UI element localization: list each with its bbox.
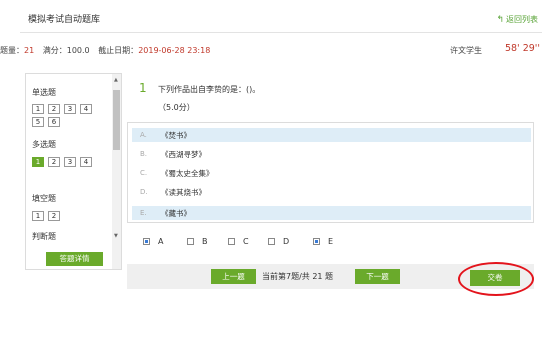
checkbox[interactable] <box>187 238 194 245</box>
answer-option-b[interactable]: B <box>187 237 208 246</box>
question-number-button[interactable]: 1 <box>32 211 44 221</box>
count-value: 21 <box>24 46 35 55</box>
deadline-label: 截止日期： <box>98 46 139 55</box>
next-question-button[interactable]: 下一题 <box>355 269 400 284</box>
answer-label: B <box>202 237 208 246</box>
user-name: 许文学生 <box>450 46 482 55</box>
question-number-button[interactable]: 5 <box>32 117 44 127</box>
question-number: 1 <box>139 81 147 95</box>
answer-label: D <box>283 237 290 246</box>
answer-option-e[interactable]: E <box>313 237 333 246</box>
option-row[interactable]: E. 《藏书》 <box>132 206 531 220</box>
answer-detail-button[interactable]: 答题详情 <box>46 252 103 266</box>
option-row[interactable]: D. 《读其烧书》 <box>132 185 531 199</box>
exam-info: 题量：21 满分：100.0 截止日期：2019-06-28 23:18 <box>0 45 210 56</box>
answer-option-d[interactable]: D <box>268 237 289 246</box>
option-letter: B. <box>140 150 148 158</box>
question-navigator: 单选题 123456 多选题 1234 填空题 12 判断题 答题详情 ▲ ▼ <box>25 73 122 270</box>
option-text: 《西湖寻梦》 <box>161 150 206 159</box>
checkbox[interactable] <box>313 238 320 245</box>
section-numbers-single: 1234 56 <box>32 104 92 127</box>
deadline-value: 2019-06-28 23:18 <box>138 46 211 55</box>
prev-question-button[interactable]: 上一题 <box>211 269 256 284</box>
answer-label: E <box>328 237 334 246</box>
option-text: 《焚书》 <box>161 131 191 140</box>
option-letter: D. <box>140 188 148 196</box>
option-row[interactable]: C. 《蜀太史全集》 <box>132 166 531 180</box>
option-text: 《藏书》 <box>161 209 191 218</box>
back-link-label: 返回列表 <box>506 15 538 24</box>
section-numbers-fill: 12 <box>32 211 92 221</box>
question-number-button[interactable]: 1 <box>32 104 44 114</box>
checkbox[interactable] <box>228 238 235 245</box>
option-letter: A. <box>140 131 147 139</box>
section-title-single: 单选题 <box>32 88 56 97</box>
count-label: 题量： <box>0 46 24 55</box>
question-number-button[interactable]: 2 <box>48 104 60 114</box>
section-numbers-multi: 1234 <box>32 157 92 167</box>
scroll-up-icon[interactable]: ▲ <box>114 77 118 83</box>
question-number-button[interactable]: 6 <box>48 117 60 127</box>
answer-label: C <box>243 237 249 246</box>
answer-option-a[interactable]: A <box>143 237 163 246</box>
question-number-button[interactable]: 3 <box>64 157 76 167</box>
question-number-button[interactable]: 2 <box>48 211 60 221</box>
header-divider <box>20 32 542 33</box>
score-label: 满分： <box>42 46 67 55</box>
score-value: 100.0 <box>66 46 90 55</box>
return-arrow-icon: ↰ <box>496 15 504 25</box>
option-letter: E. <box>140 209 147 217</box>
question-number-button[interactable]: 1 <box>32 157 44 167</box>
question-number-button[interactable]: 2 <box>48 157 60 167</box>
question-number-button[interactable]: 4 <box>80 104 92 114</box>
checkbox[interactable] <box>268 238 275 245</box>
sidebar-scrollbar[interactable]: ▲ ▼ <box>112 74 121 269</box>
answer-label: A <box>158 237 164 246</box>
options-box: A. 《焚书》 B. 《西湖寻梦》 C. 《蜀太史全集》 D. 《读其烧书》 E… <box>127 122 534 223</box>
question-number-button[interactable]: 4 <box>80 157 92 167</box>
option-text: 《读其烧书》 <box>161 188 206 197</box>
question-score: （5.0分） <box>158 103 195 112</box>
countdown-timer: 58' 29'' <box>504 43 540 54</box>
back-to-list-link[interactable]: ↰ 返回列表 <box>496 14 538 25</box>
page-title: 模拟考试自动题库 <box>28 15 101 25</box>
scrollbar-thumb[interactable] <box>113 90 120 150</box>
annotation-circle <box>458 262 534 296</box>
checkbox[interactable] <box>143 238 150 245</box>
section-title-multi: 多选题 <box>32 140 56 149</box>
option-text: 《蜀太史全集》 <box>161 169 214 178</box>
section-title-judge: 判断题 <box>32 232 56 241</box>
answer-checkboxes: A B C D E <box>127 230 534 256</box>
scroll-down-icon[interactable]: ▼ <box>114 233 118 239</box>
progress-text: 当前第7题/共 21 题 <box>262 272 334 281</box>
option-row[interactable]: A. 《焚书》 <box>132 128 531 142</box>
answer-option-c[interactable]: C <box>228 237 249 246</box>
option-letter: C. <box>140 169 148 177</box>
question-number-button[interactable]: 3 <box>64 104 76 114</box>
section-title-fill: 填空题 <box>32 194 56 203</box>
option-row[interactable]: B. 《西湖寻梦》 <box>132 147 531 161</box>
question-text: 下列作品出自李贽的是：()。 <box>158 85 261 94</box>
